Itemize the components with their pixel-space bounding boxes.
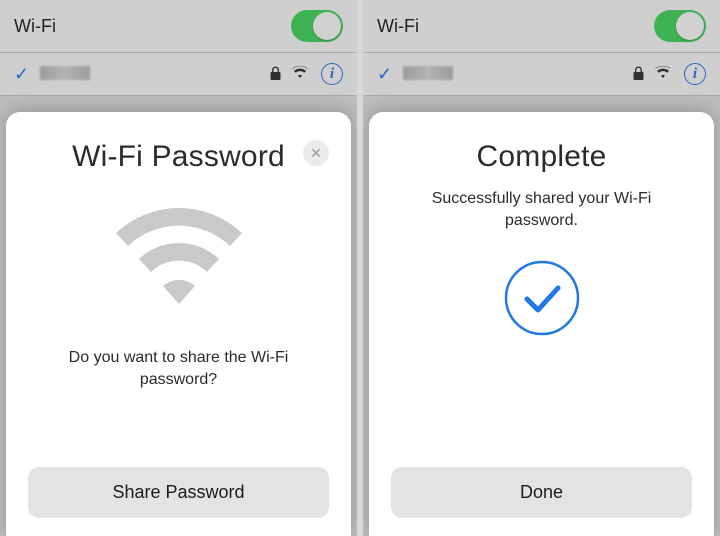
share-password-button[interactable]: Share Password <box>28 467 329 518</box>
wifi-label: Wi-Fi <box>14 16 56 37</box>
sheet-body-text: Do you want to share the Wi-Fi password? <box>49 347 309 390</box>
phone-screen-left: Wi-Fi ✓ i ✕ Wi-Fi Password Do y <box>0 0 357 536</box>
close-button[interactable]: ✕ <box>303 140 329 166</box>
connected-check-icon: ✓ <box>377 64 395 85</box>
wifi-signal-icon <box>291 65 309 84</box>
wifi-toggle[interactable] <box>291 10 343 42</box>
info-icon[interactable]: i <box>321 63 343 85</box>
network-name-redacted <box>403 66 625 82</box>
info-icon[interactable]: i <box>684 63 706 85</box>
network-name-redacted <box>40 66 262 82</box>
close-icon: ✕ <box>310 145 322 162</box>
complete-sheet: Complete Successfully shared your Wi-Fi … <box>369 112 714 536</box>
wifi-large-icon <box>104 204 254 319</box>
lock-icon <box>270 66 281 83</box>
sheet-title: Wi-Fi Password <box>72 140 285 174</box>
done-button[interactable]: Done <box>391 467 692 518</box>
share-wifi-sheet: ✕ Wi-Fi Password Do you want to share th… <box>6 112 351 536</box>
connected-check-icon: ✓ <box>14 64 32 85</box>
wifi-label: Wi-Fi <box>377 16 419 37</box>
connected-network-row[interactable]: ✓ i <box>0 53 357 96</box>
sheet-title: Complete <box>477 140 607 174</box>
lock-icon <box>633 66 644 83</box>
sheet-body-text: Successfully shared your Wi-Fi password. <box>412 188 672 231</box>
phone-screen-right: Wi-Fi ✓ i Complete Successfully shared y… <box>363 0 720 536</box>
wifi-toggle-row: Wi-Fi <box>363 0 720 53</box>
connected-network-row[interactable]: ✓ i <box>363 53 720 96</box>
wifi-toggle-row: Wi-Fi <box>0 0 357 53</box>
wifi-toggle[interactable] <box>654 10 706 42</box>
wifi-signal-icon <box>654 65 672 84</box>
success-check-icon <box>503 259 581 342</box>
